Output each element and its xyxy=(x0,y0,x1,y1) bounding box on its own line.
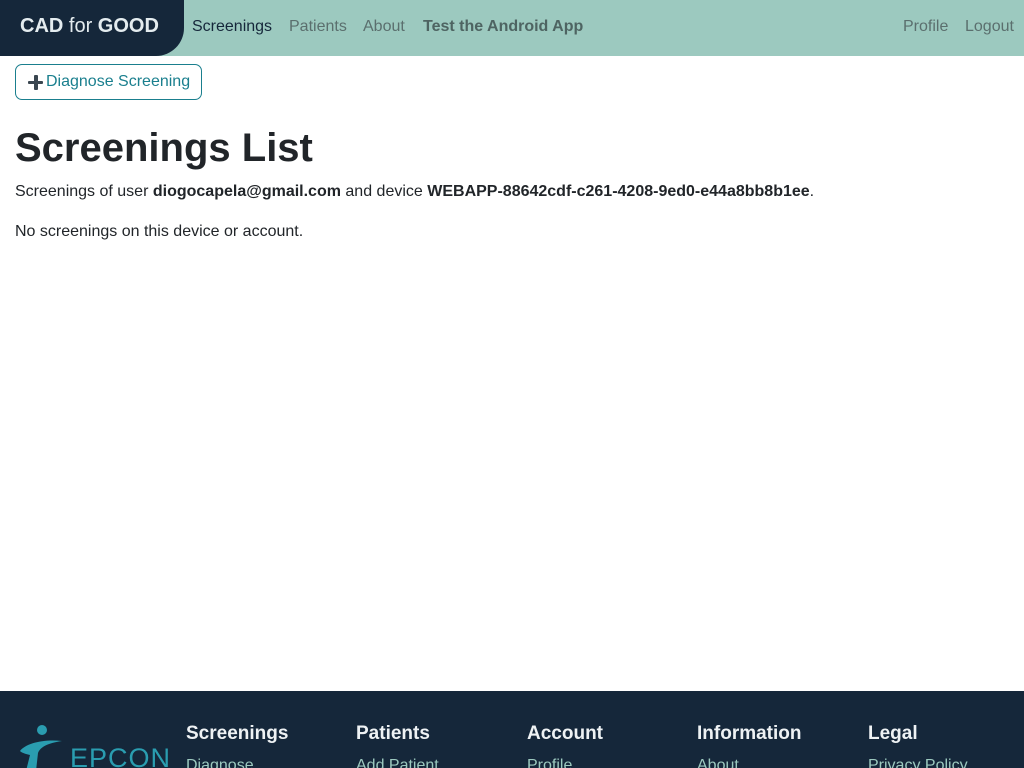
page-title: Screenings List xyxy=(15,126,313,170)
footer-heading-legal: Legal xyxy=(868,723,918,744)
footer-column-screenings: Screenings Diagnose xyxy=(186,723,288,768)
brand-word-good: GOOD xyxy=(97,15,159,37)
diagnose-screening-button[interactable]: Diagnose Screening xyxy=(15,64,202,100)
user-email: diogocapela@gmail.com xyxy=(152,183,341,200)
screenings-subtitle: Screenings of user diogocapela@gmail.com… xyxy=(15,183,814,201)
nav-link-android-app[interactable]: Test the Android App xyxy=(423,18,583,36)
footer-heading-information: Information xyxy=(697,723,802,744)
footer-column-patients: Patients Add Patient xyxy=(356,723,439,768)
site-footer: EPCON Screenings Diagnose Patients Add P… xyxy=(0,691,1024,768)
footer-heading-account: Account xyxy=(527,723,603,744)
subtitle-prefix: Screenings of user xyxy=(15,183,153,200)
subtitle-middle: and device xyxy=(340,183,428,200)
footer-link-profile[interactable]: Profile xyxy=(527,757,603,768)
footer-column-information: Information About xyxy=(697,723,802,768)
brand-container[interactable]: CAD for GOOD xyxy=(0,0,184,56)
nav-link-logout[interactable]: Logout xyxy=(965,18,1014,36)
nav-link-screenings[interactable]: Screenings xyxy=(192,18,272,36)
brand-logo[interactable]: CAD for GOOD xyxy=(20,15,159,38)
plus-icon xyxy=(28,74,43,90)
brand-word-for: for xyxy=(63,15,98,37)
nav-link-patients[interactable]: Patients xyxy=(289,18,347,36)
footer-heading-patients: Patients xyxy=(356,723,430,744)
footer-link-privacy-policy[interactable]: Privacy Policy xyxy=(868,757,968,768)
epcon-logo-text: EPCON xyxy=(70,743,172,768)
brand-word-cad: CAD xyxy=(20,15,64,37)
top-navbar: CAD for GOOD Screenings Patients About T… xyxy=(0,0,1024,56)
footer-heading-screenings: Screenings xyxy=(186,723,289,744)
device-id: WEBAPP-88642cdf-c261-4208-9ed0-e44a8bb8b… xyxy=(427,183,810,200)
empty-state-message: No screenings on this device or account. xyxy=(15,223,304,240)
diagnose-screening-label: Diagnose Screening xyxy=(46,73,191,90)
nav-link-about[interactable]: About xyxy=(363,18,405,36)
subtitle-suffix: . xyxy=(809,183,815,200)
nav-link-profile[interactable]: Profile xyxy=(903,18,948,36)
footer-column-legal: Legal Privacy Policy xyxy=(868,723,968,768)
footer-link-diagnose[interactable]: Diagnose xyxy=(186,757,288,768)
footer-link-add-patient[interactable]: Add Patient xyxy=(356,757,439,768)
footer-column-account: Account Profile xyxy=(527,723,603,768)
footer-link-about[interactable]: About xyxy=(697,757,802,768)
